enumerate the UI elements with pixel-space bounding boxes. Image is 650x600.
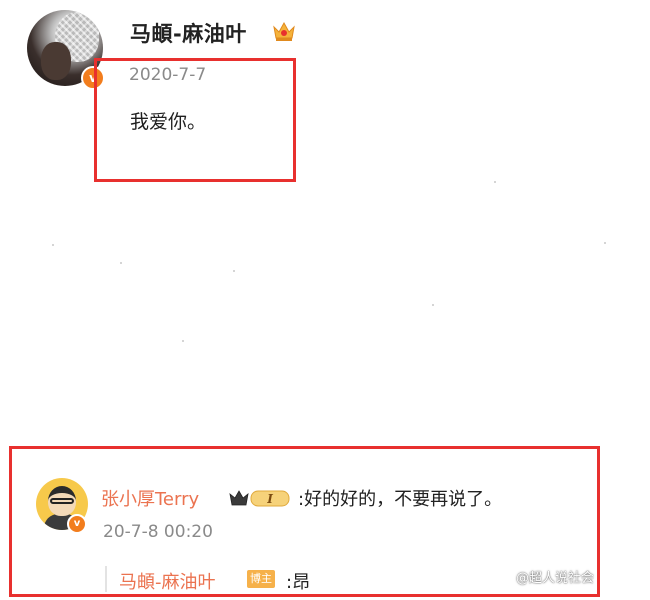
noise-dot	[494, 181, 496, 183]
noise-dot	[432, 304, 434, 306]
avatar-glasses	[50, 498, 74, 504]
comment-content: :好的好的，不要再说了。	[298, 489, 503, 510]
noise-dot	[604, 242, 606, 244]
vip-level-badge-graphic: I	[229, 490, 290, 507]
verified-badge-icon: v	[67, 514, 87, 534]
noise-dot	[182, 340, 184, 342]
reply-divider	[105, 566, 107, 592]
vip-level-badge-icon: I	[229, 488, 291, 508]
weibo-post: v 马頔-麻油叶 2020-7-7 我爱你。	[0, 0, 650, 200]
reply-content: :昂	[286, 572, 311, 593]
author-tag-badge: 博主	[247, 570, 275, 588]
commenter-name[interactable]: 张小厚Terry	[101, 485, 199, 511]
comment-timestamp: 20-7-8 00:20	[103, 522, 213, 542]
crown-icon	[273, 21, 295, 41]
member-level-text: I	[266, 492, 273, 506]
watermark: @超人说社会	[516, 571, 595, 586]
post-content: 我爱你。	[130, 111, 207, 133]
post-timestamp[interactable]: 2020-7-7	[129, 65, 206, 85]
noise-dot	[233, 270, 235, 272]
avatar-face	[41, 42, 71, 80]
post-author-name[interactable]: 马頔-麻油叶	[130, 18, 247, 48]
reply-author-name[interactable]: 马頔-麻油叶	[119, 568, 216, 594]
noise-dot	[52, 244, 54, 246]
noise-dot	[120, 262, 122, 264]
